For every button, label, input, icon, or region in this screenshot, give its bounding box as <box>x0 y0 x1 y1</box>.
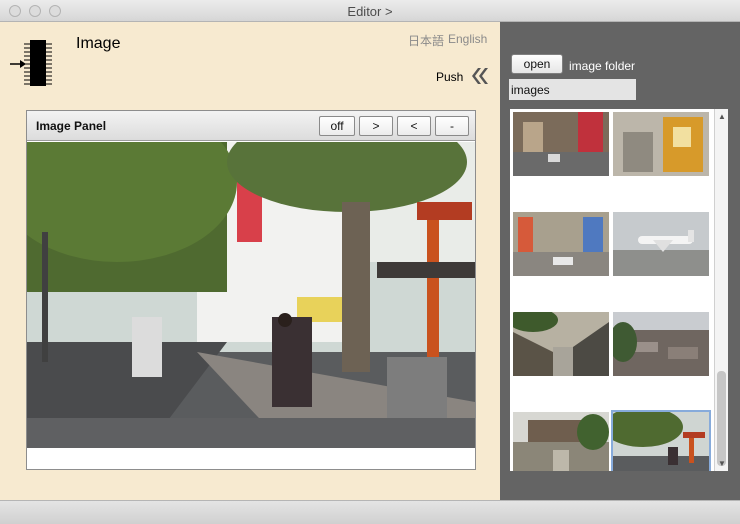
title-bar: Editor > <box>0 0 740 22</box>
image-panel: Image Panel off > < - <box>26 110 476 470</box>
double-chevron-left-icon[interactable] <box>470 68 488 84</box>
minus-button[interactable]: - <box>435 116 469 136</box>
language-english-link[interactable]: English <box>448 32 487 46</box>
thumbnail[interactable] <box>513 412 609 471</box>
app-title: Image <box>76 35 121 52</box>
image-browser-pane: open image folder images ▲ ▼ <box>500 22 740 500</box>
scroll-up-arrow-icon[interactable]: ▲ <box>718 112 726 121</box>
main-photo <box>27 142 475 448</box>
gallery-scrollbar[interactable]: ▲ ▼ <box>714 109 728 471</box>
scrollbar-thumb[interactable] <box>717 371 726 466</box>
thumbnail[interactable] <box>513 312 609 376</box>
chip-icon <box>10 40 52 86</box>
thumbnail[interactable] <box>513 212 609 276</box>
next-image-button[interactable]: > <box>359 116 393 136</box>
previous-image-button[interactable]: < <box>397 116 431 136</box>
thumbnail-selected[interactable] <box>611 410 711 471</box>
image-folder-field[interactable] <box>509 79 636 100</box>
image-folder-label: image folder <box>569 59 636 73</box>
thumbnail-gallery[interactable]: ▲ ▼ <box>510 109 728 471</box>
thumbnail[interactable] <box>613 312 709 376</box>
status-bar <box>0 500 740 524</box>
thumbnail[interactable] <box>613 212 709 276</box>
thumbnail[interactable] <box>513 112 609 176</box>
thumbnail[interactable] <box>613 112 709 176</box>
language-japanese-link[interactable]: 日本語 <box>408 32 444 49</box>
image-panel-title: Image Panel <box>36 119 107 133</box>
scroll-down-arrow-icon[interactable]: ▼ <box>718 459 726 468</box>
image-panel-header: Image Panel off > < - <box>27 111 475 141</box>
window-title: Editor > <box>347 4 393 19</box>
off-button[interactable]: off <box>319 116 355 136</box>
editor-pane: Image 日本語 English Push Image Panel off >… <box>0 22 500 500</box>
push-label: Push <box>436 70 464 84</box>
open-button[interactable]: open <box>511 54 563 74</box>
